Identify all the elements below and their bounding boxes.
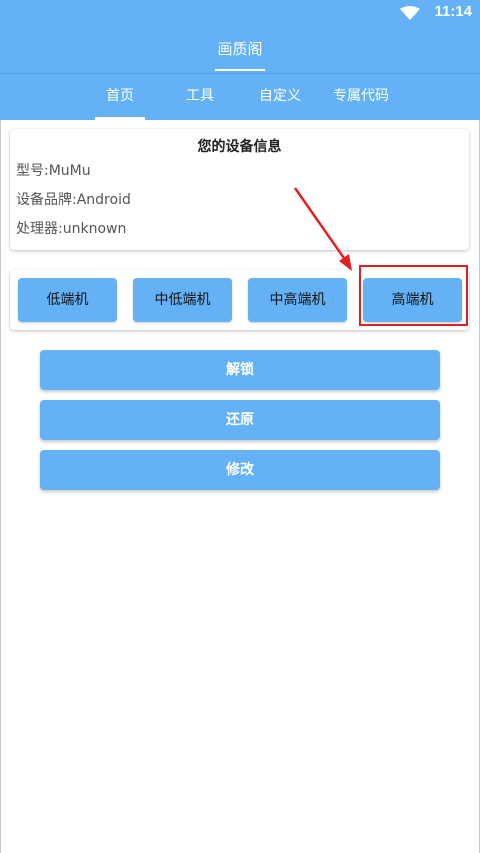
mid-high-end-button[interactable]: 中高端机 bbox=[248, 278, 347, 322]
tab-exclusive-code[interactable]: 专属代码 bbox=[326, 74, 396, 120]
restore-button[interactable]: 还原 bbox=[40, 400, 440, 440]
tab-bar: 首页 工具 自定义 专属代码 bbox=[0, 74, 480, 120]
mid-low-end-button[interactable]: 中低端机 bbox=[133, 278, 232, 322]
device-brand: 设备品牌:Android bbox=[16, 192, 131, 208]
status-time: 11:14 bbox=[434, 3, 472, 20]
modify-button[interactable]: 修改 bbox=[40, 450, 440, 490]
tab-home-label: 首页 bbox=[106, 88, 134, 104]
device-model: 型号:MuMu bbox=[16, 163, 91, 179]
unlock-button[interactable]: 解锁 bbox=[40, 350, 440, 390]
frame-edge-left bbox=[0, 120, 1, 853]
device-info-title: 您的设备信息 bbox=[197, 139, 282, 155]
annotation-highlight-box bbox=[359, 265, 468, 326]
wifi-icon bbox=[400, 6, 420, 20]
tab-tools[interactable]: 工具 bbox=[175, 74, 225, 120]
tab-custom[interactable]: 自定义 bbox=[252, 74, 308, 120]
low-end-button[interactable]: 低端机 bbox=[18, 278, 117, 322]
device-processor: 处理器:unknown bbox=[16, 221, 127, 237]
tab-custom-label: 自定义 bbox=[259, 88, 301, 104]
tab-home[interactable]: 首页 bbox=[95, 74, 145, 120]
tab-exclusive-code-label: 专属代码 bbox=[333, 88, 389, 104]
tab-tools-label: 工具 bbox=[186, 88, 214, 104]
tab-active-indicator bbox=[95, 117, 145, 120]
device-info-card: 您的设备信息 型号:MuMu 设备品牌:Android 处理器:unknown bbox=[10, 129, 469, 250]
status-bar: 11:14 bbox=[0, 0, 480, 25]
app-bar: 画质阁 bbox=[0, 25, 480, 73]
annotation-arrow-icon bbox=[293, 187, 352, 271]
title-underline bbox=[215, 69, 265, 71]
app-title: 画质阁 bbox=[217, 40, 263, 58]
